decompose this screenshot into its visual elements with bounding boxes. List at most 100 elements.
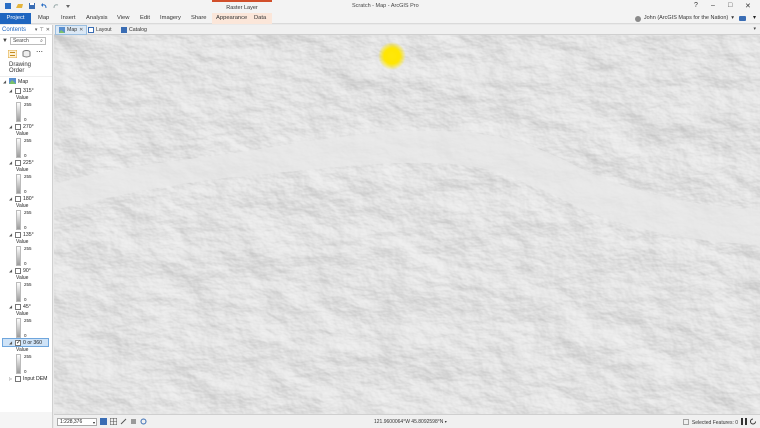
tab-edit[interactable]: Edit (136, 13, 154, 24)
legend-low: 0 (24, 261, 27, 266)
layer-item[interactable]: ◢ 135° (2, 230, 52, 239)
color-ramp (16, 318, 21, 338)
close-button[interactable]: ✕ (745, 2, 751, 10)
ribbon-tabs: Project Map Insert Analysis View Edit Im… (0, 13, 760, 24)
tab-view[interactable]: View (113, 13, 133, 24)
collapse-triangle-icon[interactable]: ◢ (8, 268, 13, 273)
title-bar: Raster Layer Scratch - Map - ArcGIS Pro … (0, 0, 760, 13)
contents-pane: Contents ▾ ⊤ ✕ ▼ Search ⌕ ⋯ Drawing Orde… (0, 25, 53, 414)
legend-value-label: Value (16, 311, 29, 317)
notifications-icon[interactable] (739, 15, 746, 22)
scale-dropdown[interactable]: 1:228,376 ▾ (57, 418, 97, 426)
layer-item-selected[interactable]: ◢ 0 or 360 (2, 338, 49, 347)
layer-name: 0 or 360 (23, 339, 43, 346)
snapping-icon[interactable] (109, 417, 118, 426)
collapse-triangle-icon[interactable]: ◢ (8, 124, 13, 129)
map-item[interactable]: ◢ Map (2, 77, 52, 86)
layer-visibility-checkbox[interactable] (15, 231, 21, 238)
legend-high: 255 (24, 210, 32, 215)
hillshade-map[interactable] (54, 35, 760, 414)
measure-icon[interactable] (120, 418, 127, 425)
layer-item[interactable]: ◢ 90° (2, 266, 52, 275)
collapse-triangle-icon[interactable]: ◢ (8, 232, 13, 237)
cursor-highlight-core (385, 49, 399, 63)
layer-visibility-checkbox[interactable] (15, 123, 21, 130)
close-tab-icon[interactable]: ✕ (79, 25, 83, 35)
layer-icon[interactable] (130, 418, 137, 425)
save-icon[interactable] (28, 2, 36, 10)
tab-map[interactable]: Map (34, 13, 53, 24)
help-icon[interactable]: ? (694, 2, 698, 9)
new-project-icon[interactable] (4, 2, 12, 10)
collapse-triangle-icon[interactable]: ◢ (8, 196, 13, 201)
search-input[interactable]: Search ⌕ (9, 37, 46, 45)
legend-high: 255 (24, 354, 32, 359)
filter-icon[interactable]: ▼ (2, 38, 8, 44)
tab-appearance[interactable]: Appearance (212, 13, 250, 24)
layer-visibility-checkbox[interactable] (15, 339, 21, 346)
expand-triangle-icon[interactable]: ▷ (8, 376, 13, 381)
open-project-icon[interactable] (16, 2, 24, 10)
grid-icon[interactable] (100, 418, 107, 425)
customize-qat-icon[interactable] (64, 2, 72, 10)
selected-features[interactable]: Selected Features: 0 (682, 419, 738, 427)
list-by-drawing-order-icon[interactable] (7, 49, 18, 58)
collapse-triangle-icon[interactable]: ◢ (8, 88, 13, 93)
legend-value-label: Value (16, 275, 29, 281)
layer-visibility-checkbox[interactable] (15, 267, 21, 274)
cursor-coordinates[interactable]: 121.9600064°W 45.8092598°N ▾ (374, 419, 447, 425)
window-title: Scratch - Map - ArcGIS Pro (352, 3, 419, 9)
tab-layout-view[interactable]: Layout (85, 25, 115, 35)
legend-low: 0 (24, 153, 27, 158)
layer-visibility-checkbox[interactable] (15, 375, 21, 382)
tab-imagery[interactable]: Imagery (156, 13, 185, 24)
layer-visibility-checkbox[interactable] (15, 195, 21, 202)
more-options-icon[interactable]: ⋯ (36, 49, 44, 58)
layer-item[interactable]: ◢ 225° (2, 158, 52, 167)
layer-name: 90° (23, 267, 31, 274)
layer-visibility-checkbox[interactable] (15, 87, 21, 94)
layer-item[interactable]: ◢ 45° (2, 302, 52, 311)
tab-list-dropdown-icon[interactable]: ▾ (753, 26, 756, 32)
layer-item[interactable]: ◢ 315° (2, 86, 52, 95)
pane-options-icon[interactable]: ▾ (35, 27, 38, 33)
layer-item[interactable]: ◢ 270° (2, 122, 52, 131)
tab-insert[interactable]: Insert (57, 13, 80, 24)
tab-map-view[interactable]: Map ✕ (55, 25, 88, 35)
status-right-tools (741, 418, 756, 425)
map-view[interactable] (54, 35, 760, 414)
refresh-map-icon[interactable] (750, 418, 756, 425)
signed-in-user[interactable]: John (ArcGIS Maps for the Nation) ▾ (634, 13, 734, 24)
scale-value: 1:228,376 (60, 419, 83, 425)
undo-icon[interactable] (40, 2, 48, 10)
pause-drawing-icon[interactable] (741, 418, 747, 425)
redo-icon[interactable] (52, 2, 60, 10)
tab-share[interactable]: Share (187, 13, 210, 24)
collapse-triangle-icon[interactable]: ◢ (2, 79, 7, 84)
ribbon-collapse-icon[interactable]: ▾ (753, 14, 756, 21)
maximize-button[interactable]: □ (728, 2, 732, 9)
layer-visibility-checkbox[interactable] (15, 159, 21, 166)
tab-catalog-view[interactable]: Catalog (118, 25, 150, 35)
close-icon[interactable]: ✕ (46, 27, 50, 33)
collapse-triangle-icon[interactable]: ◢ (8, 340, 13, 345)
collapse-triangle-icon[interactable]: ◢ (8, 304, 13, 309)
minimize-button[interactable]: – (711, 2, 715, 9)
layer-item[interactable]: ◢ 180° (2, 194, 52, 203)
pin-icon[interactable]: ⊤ (39, 27, 43, 33)
tab-data[interactable]: Data (250, 13, 272, 24)
tab-analysis[interactable]: Analysis (82, 13, 112, 24)
chevron-down-icon[interactable]: ▾ (93, 419, 95, 426)
layer-name: 315° (23, 87, 34, 94)
chevron-down-icon[interactable]: ▾ (445, 419, 447, 424)
collapse-triangle-icon[interactable]: ◢ (8, 160, 13, 165)
refresh-icon[interactable] (140, 418, 147, 425)
list-by-data-source-icon[interactable] (22, 49, 31, 58)
search-icon[interactable]: ⌕ (40, 38, 43, 44)
layer-visibility-checkbox[interactable] (15, 303, 21, 310)
chevron-down-icon[interactable]: ▾ (731, 13, 734, 24)
layer-item-input-dem[interactable]: ▷ Input DEM (2, 374, 52, 383)
tab-project[interactable]: Project (0, 13, 31, 24)
drawing-order-heading: Drawing Order (0, 60, 52, 77)
status-bar: 1:228,376 ▾ 121.9600064°W 45.8092598°N ▾… (54, 414, 760, 428)
